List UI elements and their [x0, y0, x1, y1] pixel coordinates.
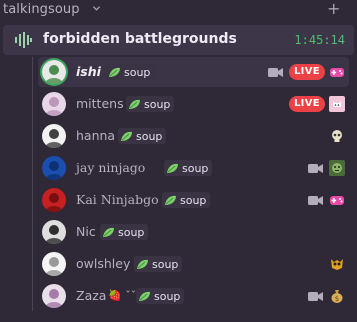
server-tag-label: soup: [144, 97, 171, 111]
game-controller-icon: [329, 192, 345, 208]
member-name: ishi: [76, 64, 101, 79]
member-tree-line: [32, 57, 33, 311]
avatar[interactable]: [42, 124, 66, 148]
voice-member-row[interactable]: Nic soup: [38, 217, 349, 247]
game-controller-icon: [329, 64, 345, 80]
member-name: owlshley: [76, 256, 131, 271]
live-badge: LIVE: [289, 64, 325, 80]
leaf-icon: [167, 163, 178, 173]
camera-icon: [268, 68, 283, 77]
category-name: talkingsoup: [3, 2, 80, 17]
leaf-icon: [121, 131, 132, 141]
leaf-icon: [103, 227, 114, 237]
server-tag-label: soup: [136, 129, 163, 143]
status-emoji: 🍓 ˇˇ: [108, 289, 137, 302]
voice-member-row[interactable]: ishi soup LIVE: [38, 57, 349, 87]
avatar[interactable]: [42, 188, 66, 212]
voice-member-row[interactable]: Kai Ninjabgo soup: [38, 185, 349, 215]
leaf-icon: [137, 259, 148, 269]
voice-channel-row[interactable]: forbidden battlegrounds 1:45:14: [3, 25, 354, 55]
member-name: jay ninjago: [76, 160, 146, 175]
add-channel-icon[interactable]: +: [327, 1, 340, 17]
member-name: Zaza: [76, 288, 107, 303]
chevron-down-icon: [92, 6, 101, 11]
cat-icon: [329, 96, 345, 112]
avatar[interactable]: [42, 92, 66, 116]
voice-member-row[interactable]: jay ninjago soup: [38, 153, 349, 183]
avatar[interactable]: [42, 220, 66, 244]
server-tag-badge: soup: [126, 96, 175, 112]
voice-member-row[interactable]: owlshley soup: [38, 249, 349, 279]
zombie-icon: [329, 160, 345, 176]
server-tag-badge: soup: [100, 224, 149, 240]
owl-icon: [329, 256, 345, 272]
channel-name: forbidden battlegrounds: [43, 31, 237, 47]
skull-icon: [329, 128, 345, 144]
leaf-icon: [165, 195, 176, 205]
svg-text:$: $: [335, 295, 339, 303]
member-name: Nic: [76, 224, 96, 239]
voice-connected-icon: [15, 32, 32, 48]
server-tag-badge: soup: [162, 192, 211, 208]
leaf-icon: [129, 99, 140, 109]
avatar[interactable]: [42, 284, 66, 308]
member-name: Kai Ninjabgo: [76, 192, 159, 207]
server-tag-label: soup: [118, 225, 145, 239]
server-tag-badge: soup: [164, 160, 213, 176]
call-timer: 1:45:14: [294, 33, 345, 47]
server-tag-label: soup: [182, 161, 209, 175]
avatar[interactable]: [42, 60, 66, 84]
avatar[interactable]: [42, 156, 66, 180]
server-tag-badge: soup: [106, 64, 155, 80]
server-tag-badge: soup: [134, 256, 183, 272]
member-name: hanna: [76, 128, 116, 143]
server-tag-label: soup: [154, 289, 181, 303]
leaf-icon: [139, 291, 150, 301]
category-header[interactable]: talkingsoup +: [0, 0, 357, 22]
avatar[interactable]: [42, 252, 66, 276]
server-tag-label: soup: [180, 193, 207, 207]
camera-icon: [308, 164, 323, 173]
money-bag-icon: $: [329, 288, 345, 304]
voice-member-row[interactable]: Zaza 🍓 ˇˇ soup $: [38, 281, 349, 311]
voice-member-row[interactable]: mittens soup LIVE: [38, 89, 349, 119]
camera-icon: [308, 196, 323, 205]
server-tag-badge: soup: [136, 288, 185, 304]
server-tag-label: soup: [124, 65, 151, 79]
server-tag-badge: soup: [118, 128, 167, 144]
camera-icon: [308, 292, 323, 301]
live-badge: LIVE: [289, 96, 325, 112]
server-tag-label: soup: [152, 257, 179, 271]
leaf-icon: [109, 67, 120, 77]
voice-member-row[interactable]: hanna soup: [38, 121, 349, 151]
member-name: mittens: [76, 96, 124, 111]
